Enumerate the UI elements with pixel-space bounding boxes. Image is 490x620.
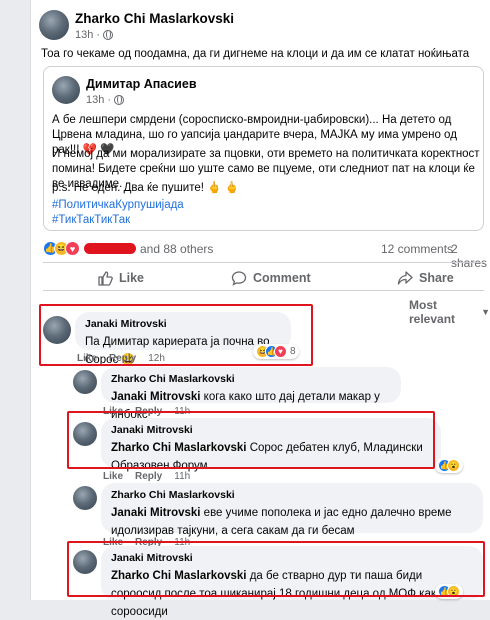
haha-reaction-icon: 😮 [447,459,460,472]
share-button[interactable]: Share [397,270,454,286]
comment-time[interactable]: 11h [174,471,190,482]
comment-author[interactable]: Zharko Chi Maslarkovski [111,489,473,501]
like-label: Like [119,271,145,285]
shared-paragraph: p.s. Не еден. Два ќе пушите! 🖕 🖕 [52,182,239,194]
meta-separator: · [107,94,112,106]
sort-label: Most relevant [409,298,456,326]
post-time[interactable]: 13h [75,29,93,41]
post-card: Zharko Chi Maslarkovski 13h · Тоа го чек… [30,0,490,618]
comment-bubble-icon [231,271,247,286]
reaction-others[interactable]: and 88 others [140,242,213,256]
meta-separator: · [96,29,101,41]
globe-icon [114,95,125,105]
highlight-box [67,411,435,469]
shared-meta: 13h · [86,94,125,106]
comment-actions: Like Reply 11h [103,471,190,482]
post-text: Тоа го чекаме од поодамна, да ги дигнеме… [41,48,470,60]
comment-like-link[interactable]: Like [103,471,123,482]
comment-author[interactable]: Zharko Chi Maslarkovski [111,373,391,385]
shared-author-avatar[interactable] [52,76,80,104]
divider [43,262,484,263]
highlight-box [67,541,485,597]
shared-post[interactable]: Димитар Апасиев 13h · А бе лешпери смрде… [43,66,484,231]
post-meta: 13h · [75,29,114,41]
comment-bubble: Zharko Chi Maslarkovski Janaki Mitrovski… [101,367,401,421]
comment-reactions[interactable]: 👍 😮 [435,458,463,473]
comment-avatar[interactable] [73,486,97,510]
heart-reaction-icon: ♥ [65,241,80,256]
share-count[interactable]: 2 shares [451,242,490,270]
reactions-summary[interactable]: 👍 😆 ♥ and 88 others [43,241,213,256]
post-author-name[interactable]: Zharko Chi Maslarkovski [75,11,234,26]
share-label: Share [419,271,454,285]
highlight-box [39,304,313,366]
share-arrow-icon [397,271,413,285]
comment-avatar[interactable] [73,370,97,394]
thumbs-up-icon [98,271,113,286]
post-author-avatar[interactable] [39,10,69,40]
shared-author-name[interactable]: Димитар Апасиев [86,77,197,91]
comment-bubble: Zharko Chi Maslarkovski Janaki Mitrovski… [101,483,483,537]
shared-time[interactable]: 13h [86,94,104,106]
like-button[interactable]: Like [97,270,144,286]
comment-mention[interactable]: Janaki Mitrovski [111,507,200,519]
divider [43,290,484,291]
comment-button[interactable]: Comment [231,270,311,286]
comment-label: Comment [253,271,311,285]
comment-text: Janaki Mitrovski еве учиме пополека и ја… [111,507,452,537]
redaction-mark [84,243,136,254]
comment-sort-dropdown[interactable]: Most relevant ▼ [409,298,490,326]
chevron-down-icon: ▼ [481,307,490,317]
comment-mention[interactable]: Janaki Mitrovski [111,391,200,403]
hashtag-link[interactable]: #ТикТакТикТак [52,213,130,228]
comment-reply-link[interactable]: Reply [135,471,162,482]
hashtag-link[interactable]: #ПолитичкаКурпушијада [52,198,184,213]
comment-count[interactable]: 12 comments [381,242,453,256]
globe-icon [103,30,114,40]
